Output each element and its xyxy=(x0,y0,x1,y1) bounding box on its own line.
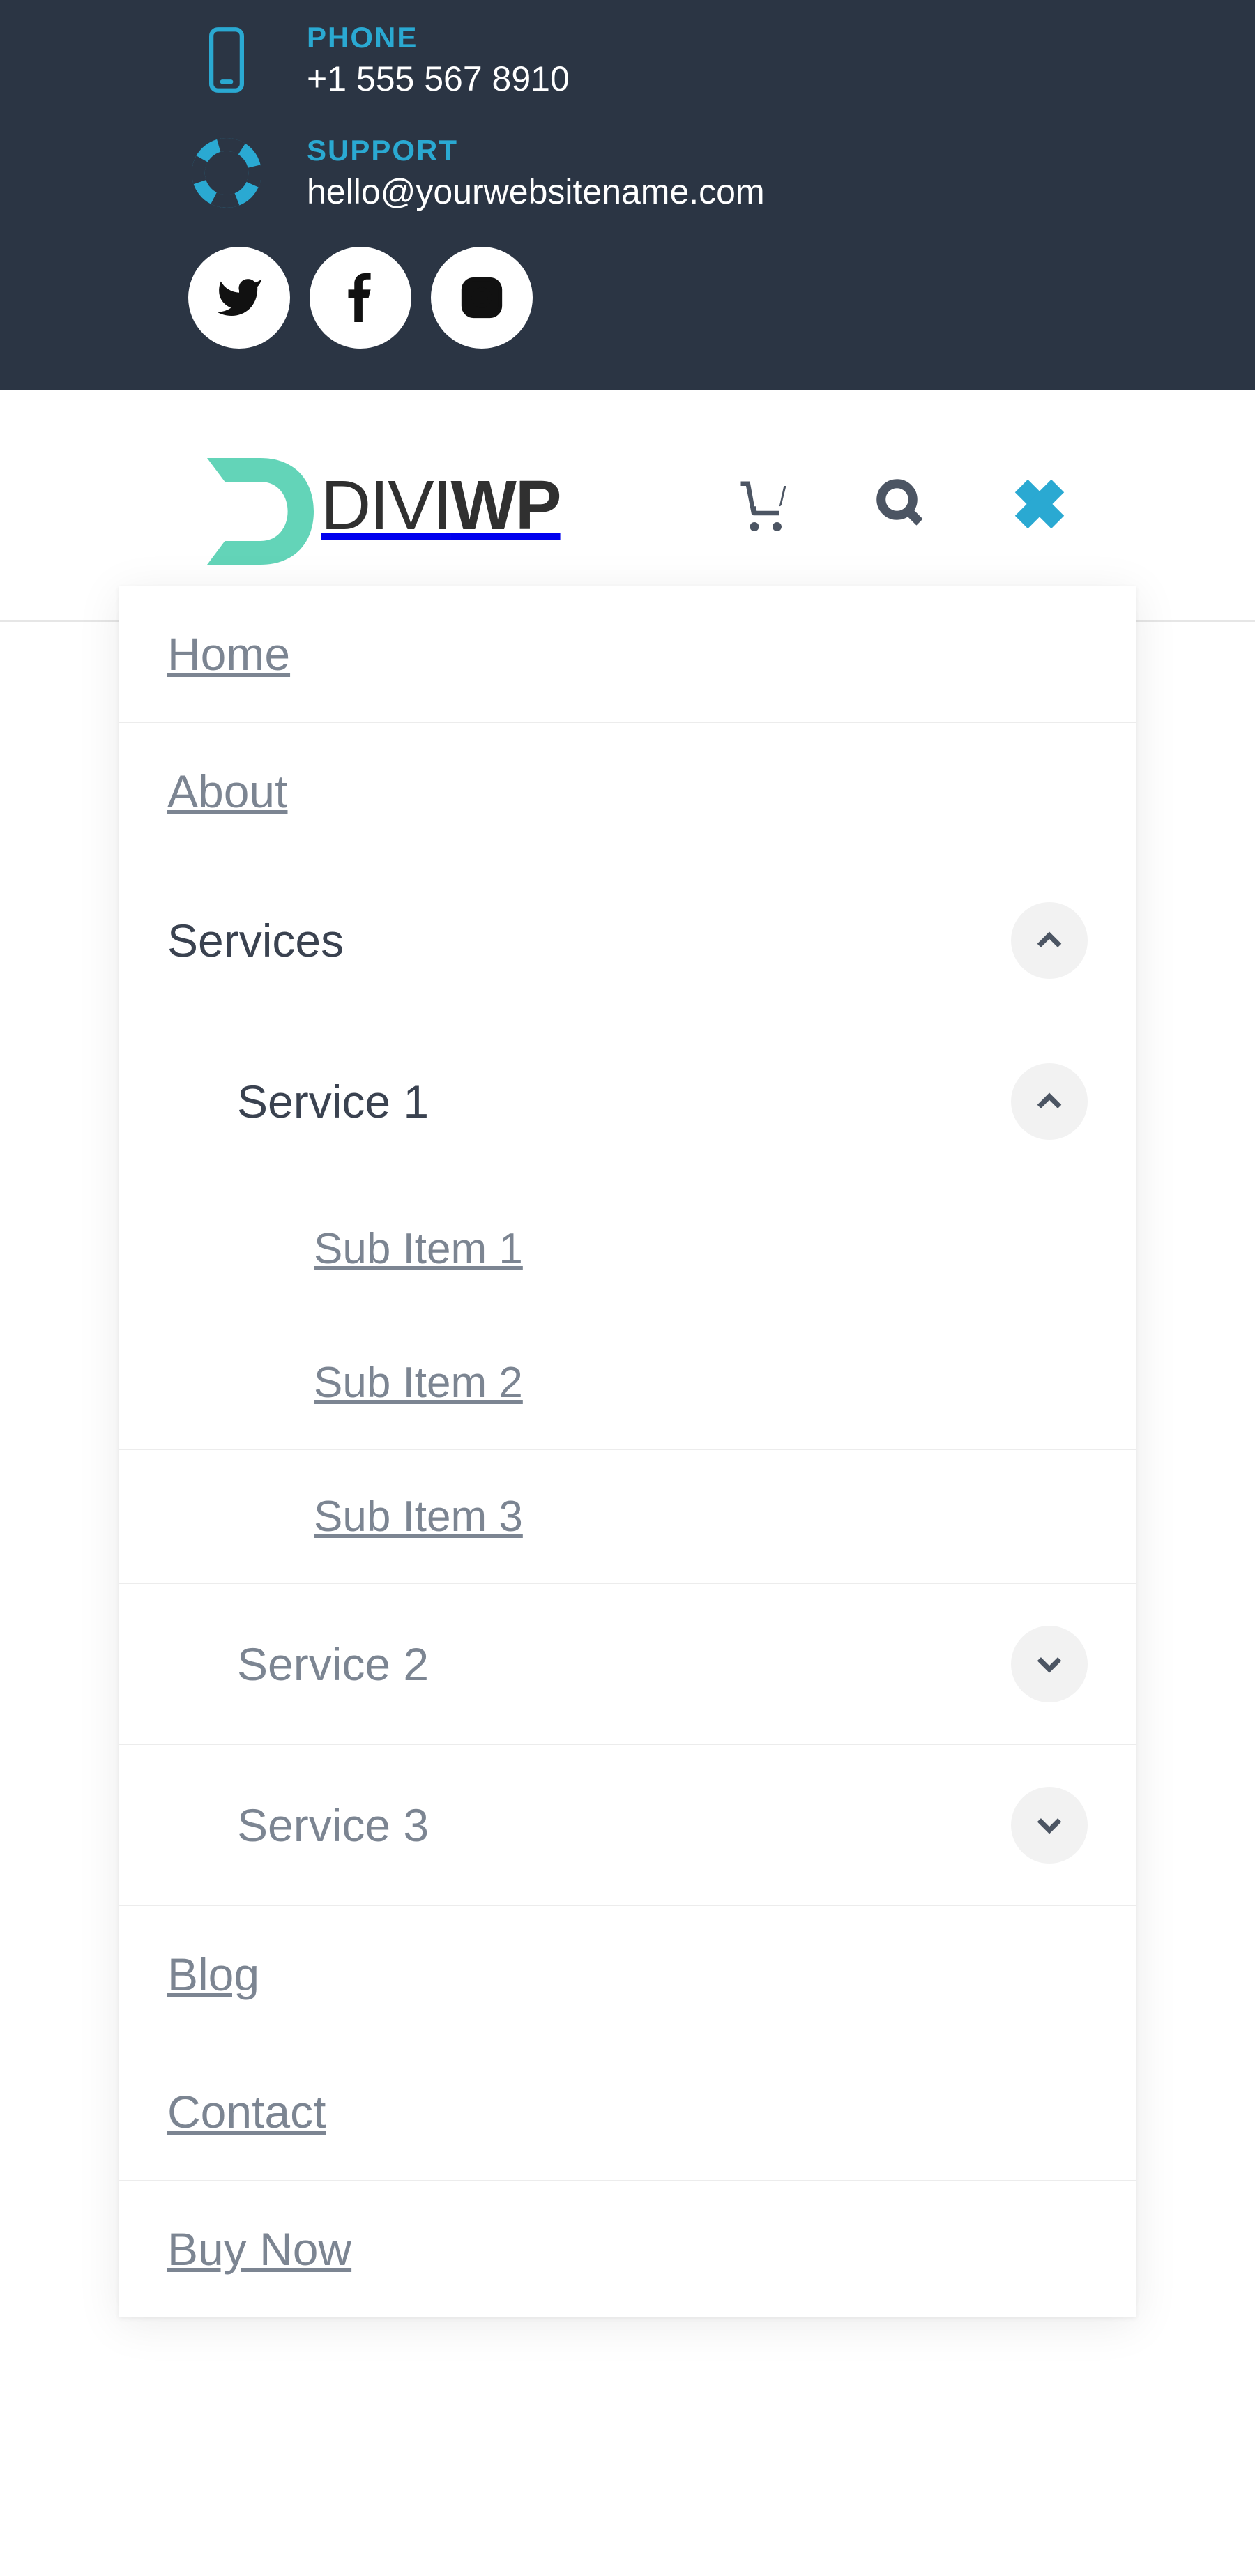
nav-sub-item-2[interactable]: Sub Item 2 xyxy=(119,1316,1136,1450)
support-value[interactable]: hello@yourwebsitename.com xyxy=(307,172,765,212)
search-icon[interactable] xyxy=(874,477,929,535)
nav-service-1-label: Service 1 xyxy=(237,1075,1011,1128)
topbar-inner: PHONE +1 555 567 8910 SUPPORT hello@your… xyxy=(70,21,1185,349)
close-menu-icon[interactable] xyxy=(1012,477,1067,535)
cart-icon[interactable] xyxy=(736,477,791,535)
nav-buy-now[interactable]: Buy Now xyxy=(119,2181,1136,2317)
support-row: SUPPORT hello@yourwebsitename.com xyxy=(188,134,1067,212)
nav-buy-now-label: Buy Now xyxy=(167,2223,1088,2276)
logo-text: DIVIWP xyxy=(321,466,561,546)
chevron-up-icon[interactable] xyxy=(1011,902,1088,979)
nav-sub-item-1-label: Sub Item 1 xyxy=(314,1224,1088,1274)
nav-about[interactable]: About xyxy=(119,723,1136,860)
phone-value[interactable]: +1 555 567 8910 xyxy=(307,59,570,99)
chevron-down-icon[interactable] xyxy=(1011,1626,1088,1702)
chevron-down-icon[interactable] xyxy=(1011,1787,1088,1864)
phone-text: PHONE +1 555 567 8910 xyxy=(307,21,570,99)
support-text: SUPPORT hello@yourwebsitename.com xyxy=(307,134,765,212)
facebook-icon[interactable] xyxy=(310,247,411,349)
nav-sub-item-3[interactable]: Sub Item 3 xyxy=(119,1450,1136,1584)
phone-row: PHONE +1 555 567 8910 xyxy=(188,21,1067,99)
phone-label: PHONE xyxy=(307,21,570,54)
nav-service-2[interactable]: Service 2 xyxy=(119,1584,1136,1745)
nav-sub-item-3-label: Sub Item 3 xyxy=(314,1492,1088,1541)
nav-service-1[interactable]: Service 1 xyxy=(119,1021,1136,1182)
nav-about-label: About xyxy=(167,765,1088,818)
topbar: PHONE +1 555 567 8910 SUPPORT hello@your… xyxy=(0,0,1255,390)
nav-home-label: Home xyxy=(167,627,1088,680)
mobile-menu-panel: Home About Services Service 1 Sub Item 1… xyxy=(119,586,1136,2317)
nav-service-3[interactable]: Service 3 xyxy=(119,1745,1136,1906)
nav-blog[interactable]: Blog xyxy=(119,1906,1136,2043)
nav-services-label: Services xyxy=(167,914,1011,967)
header-actions xyxy=(736,477,1067,535)
instagram-icon[interactable] xyxy=(431,247,533,349)
nav-blog-label: Blog xyxy=(167,1948,1088,2001)
twitter-icon[interactable] xyxy=(188,247,290,349)
chevron-up-icon[interactable] xyxy=(1011,1063,1088,1140)
header-bar: DIVIWP Home About Services xyxy=(0,390,1255,622)
nav-service-3-label: Service 3 xyxy=(237,1799,1011,1852)
nav-contact[interactable]: Contact xyxy=(119,2043,1136,2181)
nav-sub-item-1[interactable]: Sub Item 1 xyxy=(119,1182,1136,1316)
nav-service-2-label: Service 2 xyxy=(237,1638,1011,1691)
social-icons xyxy=(188,247,1067,349)
logo-mark-icon xyxy=(188,446,321,565)
nav-contact-label: Contact xyxy=(167,2085,1088,2138)
support-label: SUPPORT xyxy=(307,134,765,167)
support-icon xyxy=(188,135,265,211)
nav-sub-item-2-label: Sub Item 2 xyxy=(314,1358,1088,1408)
logo[interactable]: DIVIWP xyxy=(188,446,561,565)
phone-icon xyxy=(188,22,265,98)
nav-services[interactable]: Services xyxy=(119,860,1136,1021)
nav-home[interactable]: Home xyxy=(119,586,1136,723)
